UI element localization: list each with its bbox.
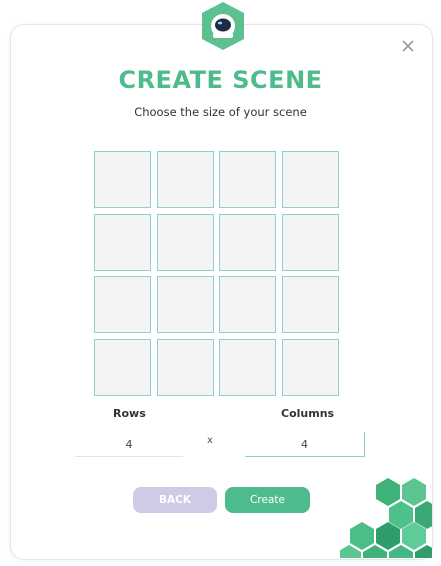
grid-cell-r2-c4[interactable]: [282, 214, 339, 271]
dialog-title: CREATE SCENE: [118, 66, 323, 94]
size-separator: x: [207, 435, 213, 446]
rows-label: Rows: [113, 407, 146, 420]
grid-cell-r1-c2[interactable]: [157, 151, 214, 208]
columns-label: Columns: [281, 407, 335, 420]
grid-cell-r2-c3[interactable]: [219, 214, 276, 271]
close-icon[interactable]: [398, 36, 418, 56]
astronaut-helmet-icon: [202, 2, 244, 50]
grid-cell-r3-c3[interactable]: [219, 276, 276, 333]
grid-cell-r3-c2[interactable]: [157, 276, 214, 333]
hexagon-pattern-decoration: [340, 478, 432, 558]
grid-cell-r4-c4[interactable]: [282, 339, 339, 396]
rows-input[interactable]: [75, 432, 183, 457]
grid-cell-r3-c1[interactable]: [94, 276, 151, 333]
grid-cell-r4-c2[interactable]: [157, 339, 214, 396]
create-button[interactable]: Create: [225, 487, 310, 513]
grid-cell-r4-c1[interactable]: [94, 339, 151, 396]
grid-cell-r2-c2[interactable]: [157, 214, 214, 271]
grid-cell-r1-c3[interactable]: [219, 151, 276, 208]
grid-cell-r1-c4[interactable]: [282, 151, 339, 208]
scene-size-grid: [94, 151, 342, 399]
back-button[interactable]: BACK: [133, 487, 217, 513]
grid-cell-r2-c1[interactable]: [94, 214, 151, 271]
grid-cell-r4-c3[interactable]: [219, 339, 276, 396]
grid-cell-r1-c1[interactable]: [94, 151, 151, 208]
dialog-subtitle: Choose the size of your scene: [134, 105, 307, 119]
columns-input[interactable]: [245, 432, 365, 457]
grid-cell-r3-c4[interactable]: [282, 276, 339, 333]
